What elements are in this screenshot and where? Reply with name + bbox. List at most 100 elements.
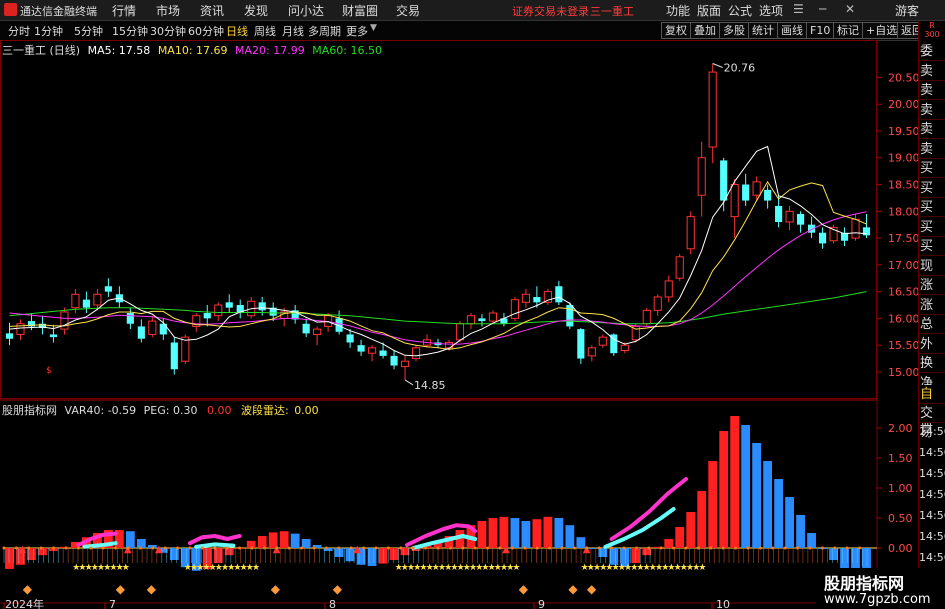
side-item-0[interactable]: 委比 <box>919 42 945 78</box>
candle-body-down <box>49 334 58 338</box>
side-item-14[interactable]: 总量 <box>919 315 945 351</box>
menu-item-layout[interactable]: 版面 <box>697 2 721 19</box>
zero-dot <box>163 546 167 550</box>
guest-label[interactable]: 游客 <box>895 2 919 19</box>
menu-item-market[interactable]: 行情 <box>112 2 136 19</box>
high-price-label: 20.76 <box>724 61 756 74</box>
side-item-4[interactable]: 卖二 <box>919 120 945 156</box>
zero-dot <box>808 546 812 550</box>
zero-dot <box>213 546 217 550</box>
minimize-icon[interactable]: ─ <box>819 2 826 16</box>
main-chart-header: 三一重工 (日线) MA5: 17.58 MA10: 17.69 MA20: 1… <box>2 42 382 58</box>
candle-body-down <box>137 326 145 339</box>
candle-body-down <box>379 350 387 356</box>
sub-bar <box>741 425 751 548</box>
candle-body-up <box>686 216 695 250</box>
period-weekly[interactable]: 周线 <box>254 23 276 39</box>
side-item-15[interactable]: 外盘 <box>919 334 945 371</box>
tool-draw[interactable]: 画线 <box>777 22 807 39</box>
side-trade-tab[interactable]: 交易 <box>919 404 945 440</box>
side-time-0: 14:56 <box>919 425 945 438</box>
period-5min[interactable]: 5分钟 <box>74 23 103 39</box>
period-15min[interactable]: 15分钟 <box>112 23 148 39</box>
tool-multi-stock[interactable]: 多股 <box>719 22 749 39</box>
menu-item-function[interactable]: 功能 <box>666 2 690 19</box>
period-intraday[interactable]: 分时 <box>8 23 30 39</box>
candle-body-up <box>587 347 596 357</box>
tool-stats[interactable]: 统计 <box>748 22 778 39</box>
side-item-5[interactable]: 卖一 <box>919 139 945 176</box>
menu-item-trade[interactable]: 交易 <box>396 2 420 19</box>
side-item-13[interactable]: 涨幅 <box>919 295 945 332</box>
zero-dot <box>610 546 614 550</box>
menu-item-discover[interactable]: 发现 <box>244 2 268 19</box>
price-axis-label: 16.50 <box>888 286 918 299</box>
side-item-7[interactable]: 买二 <box>919 178 945 215</box>
ma5-line <box>9 145 867 357</box>
period-60min[interactable]: 60分钟 <box>188 23 224 39</box>
price-axis-label: 15.00 <box>888 366 918 379</box>
zero-dot <box>324 546 328 550</box>
zero-dot <box>486 546 490 550</box>
side-item-9[interactable]: 买四 <box>919 217 945 254</box>
candle-body-up <box>708 71 717 148</box>
cyan-momentum-curve <box>603 507 676 549</box>
signal-star-icon: ★ <box>512 563 520 573</box>
kline-chart[interactable]: 20.50 20.00 19.50 19.00 18.50 18.00 17.50 17.00… <box>0 40 918 609</box>
candle-body-down <box>82 299 90 308</box>
menu-item-wealth[interactable]: 财富圈 <box>342 2 378 19</box>
period-30min[interactable]: 30分钟 <box>150 23 186 39</box>
side-item-12[interactable]: 涨跌 <box>919 276 945 312</box>
zero-dot <box>771 546 775 550</box>
tool-mark[interactable]: 标记 <box>833 22 863 39</box>
zero-dot <box>858 546 862 550</box>
candle-body-down <box>478 318 486 322</box>
candle-body-down <box>346 334 354 343</box>
tool-adjust[interactable]: 复权 <box>661 22 691 39</box>
zero-dot <box>14 546 18 550</box>
candle-body-down <box>126 313 134 324</box>
tool-add-watchlist[interactable]: +自选 <box>862 22 902 39</box>
side-item-8[interactable]: 买三 <box>919 198 945 234</box>
side-item-3[interactable]: 卖三 <box>919 100 945 137</box>
zero-dot <box>349 546 353 550</box>
menu-icon[interactable]: ☰ <box>793 2 804 16</box>
zero-dot <box>250 546 254 550</box>
menu-item-options[interactable]: 选项 <box>759 2 783 19</box>
menu-item-ask[interactable]: 问小达 <box>288 2 324 19</box>
tool-f10[interactable]: F10 <box>806 22 835 39</box>
candle-body-down <box>742 184 750 201</box>
side-item-10[interactable]: 买五 <box>919 237 945 273</box>
menu-item-markets[interactable]: 市场 <box>156 2 180 19</box>
period-monthly[interactable]: 月线 <box>282 23 304 39</box>
candle-body-up <box>71 293 80 309</box>
diamond-signal-icon: ◆ <box>519 582 529 596</box>
sub-axis-label: 0.50 <box>888 512 913 525</box>
candle-body-up <box>785 210 794 223</box>
side-item-11[interactable]: 现价 <box>919 256 945 293</box>
side-item-6[interactable]: 买一 <box>919 159 945 195</box>
side-item-16[interactable]: 换手 <box>919 354 945 390</box>
period-multi[interactable]: 多周期 <box>308 23 341 39</box>
tool-overlay[interactable]: 叠加 <box>690 22 720 39</box>
watermark-url: www.7gpzb.com <box>824 592 931 607</box>
side-item-2[interactable]: 卖四 <box>919 81 945 117</box>
side-auto-tab[interactable]: 自动 <box>919 385 945 421</box>
side-item-1[interactable]: 卖五 <box>919 61 945 98</box>
period-daily[interactable]: 日线 <box>226 23 248 39</box>
r-badge[interactable]: R 300 <box>921 21 943 40</box>
candle-body-up <box>455 323 465 341</box>
close-icon[interactable]: ✕ <box>845 2 855 16</box>
zero-dot <box>151 546 155 550</box>
period-more[interactable]: 更多 <box>346 23 368 39</box>
zero-dot <box>758 546 762 550</box>
menu-item-formula[interactable]: 公式 <box>728 2 752 19</box>
sub-bar <box>136 539 146 548</box>
zero-dot <box>424 546 428 550</box>
sub-bar <box>378 548 388 564</box>
menu-item-news[interactable]: 资讯 <box>200 2 224 19</box>
candle-body-up <box>642 309 651 325</box>
candle-body-down <box>720 160 728 201</box>
period-1min[interactable]: 1分钟 <box>34 23 63 39</box>
login-warning[interactable]: 证券交易未登录 <box>512 3 589 19</box>
